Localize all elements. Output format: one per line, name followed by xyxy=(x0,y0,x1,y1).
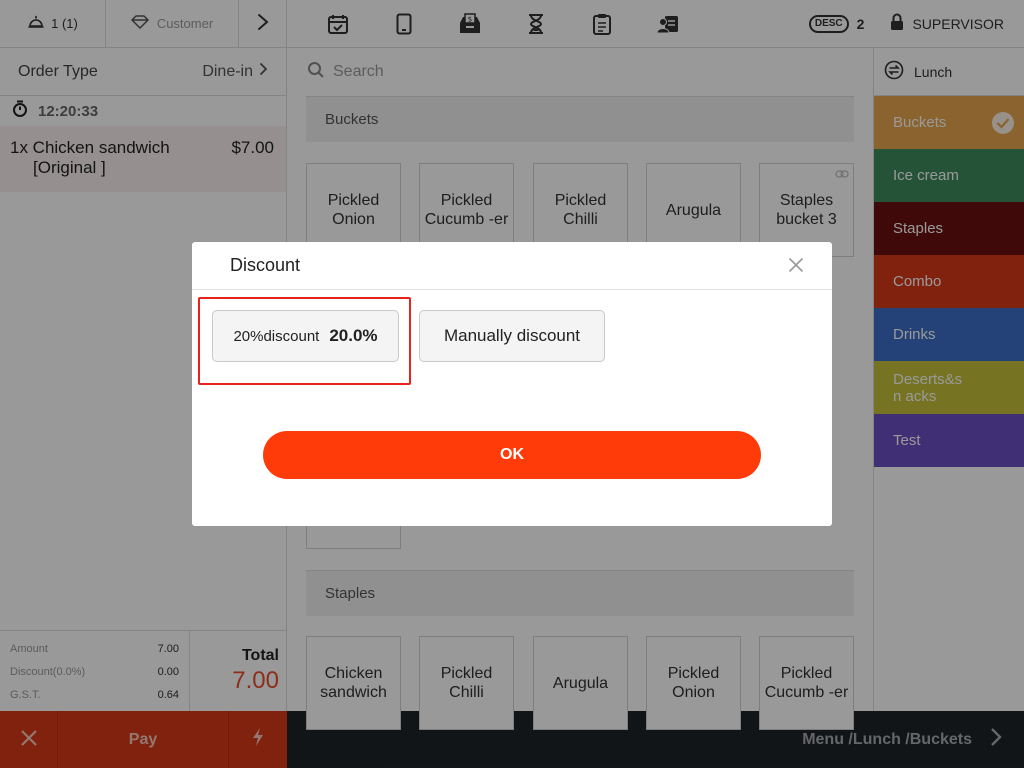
discount-option-value: 20.0% xyxy=(329,326,378,345)
close-icon xyxy=(788,257,804,272)
dialog-header: Discount xyxy=(192,242,832,290)
manual-discount-button[interactable]: Manually discount xyxy=(419,310,605,362)
discount-option-button[interactable]: 20%discount 20.0% xyxy=(212,310,399,362)
discount-dialog: Discount 20%discount 20.0% Manually disc… xyxy=(192,242,832,526)
dialog-title: Discount xyxy=(230,255,301,275)
ok-button[interactable]: OK xyxy=(263,431,761,479)
discount-option-name: 20%discount xyxy=(233,327,320,345)
close-dialog-button[interactable] xyxy=(788,254,804,278)
